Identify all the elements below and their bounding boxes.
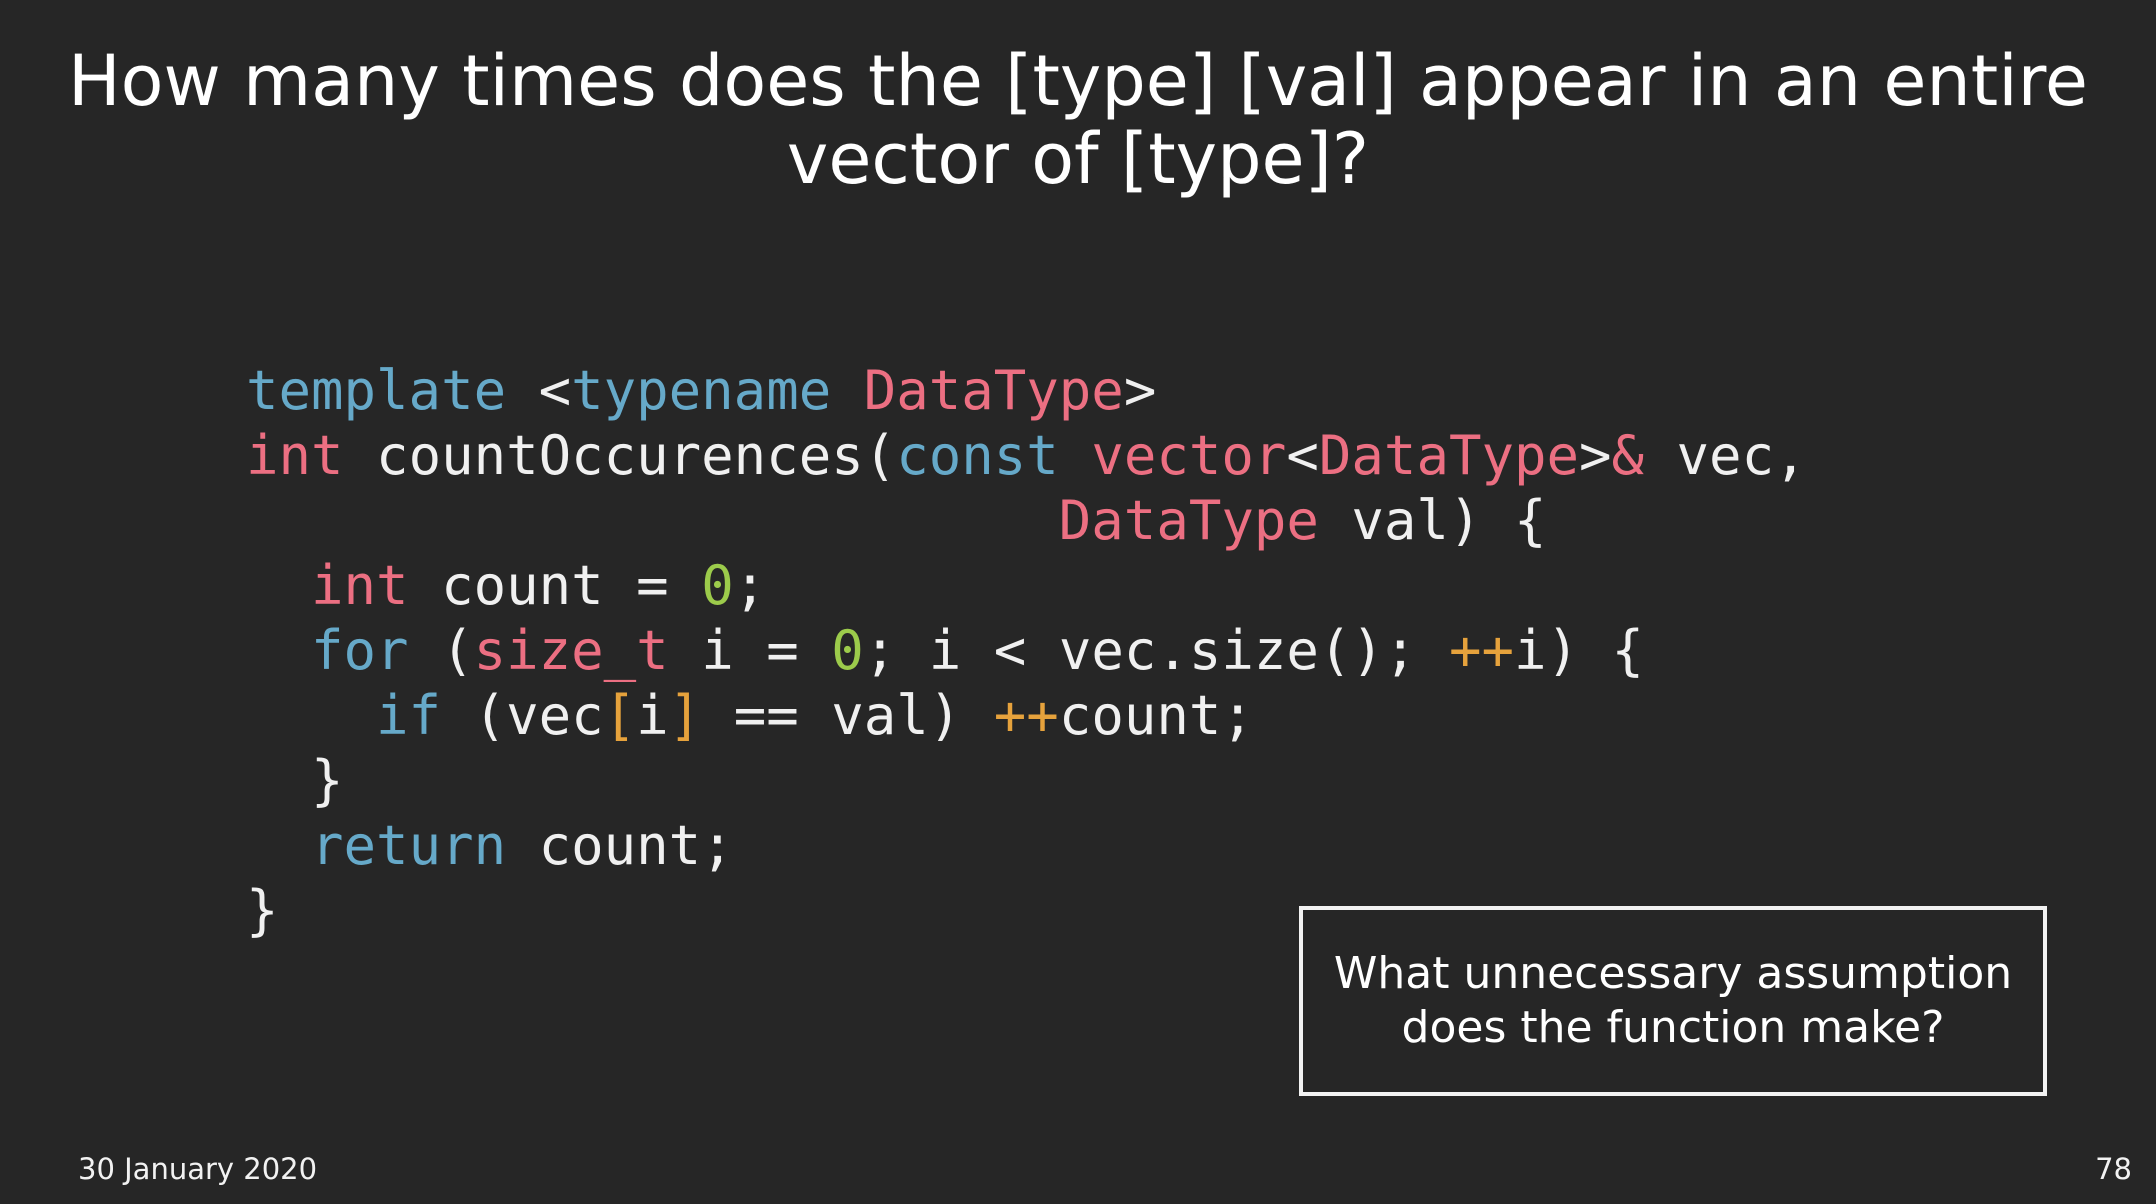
code-token: DataType <box>1318 424 1579 487</box>
code-token: DataType <box>1058 489 1319 552</box>
code-token: vector <box>1091 424 1287 487</box>
code-token: (vec <box>441 684 604 747</box>
code-token: } <box>246 749 344 812</box>
code-token: > <box>1123 359 1157 422</box>
code-token: i) { <box>1514 619 1645 682</box>
code-token: 0 <box>831 619 864 682</box>
code-token: ] <box>668 684 702 747</box>
code-block: template <typename DataType> int countOcc… <box>246 358 1807 943</box>
code-token: count; <box>1058 684 1254 747</box>
code-token: int <box>311 554 409 617</box>
code-token: ++ <box>993 684 1059 747</box>
question-callout-box: What unnecessary assumption does the fun… <box>1299 906 2047 1096</box>
slide-title-line-1: How many times does the [type] [val] app… <box>68 40 2088 122</box>
slide: How many times does the [type] [val] app… <box>0 0 2156 1204</box>
code-line: DataType val) { <box>246 488 1807 553</box>
code-token: countOccurences( <box>343 424 897 487</box>
footer-date: 30 January 2020 <box>78 1152 318 1186</box>
code-token: if <box>376 684 442 747</box>
code-token: == val) <box>701 684 994 747</box>
code-token: int <box>246 424 344 487</box>
callout-line-2: does the function make? <box>1401 1002 1945 1053</box>
code-token: count; <box>506 814 734 877</box>
code-line: int count = 0; <box>246 553 1807 618</box>
code-token: < <box>506 359 572 422</box>
code-line: int countOccurences(const vector<DataTyp… <box>246 423 1807 488</box>
code-token: } <box>246 879 279 942</box>
code-token: ; <box>733 554 767 617</box>
code-token: i <box>636 684 669 747</box>
code-token: ++ <box>1448 619 1514 682</box>
code-line: template <typename DataType> <box>246 358 1807 423</box>
code-token: > <box>1579 424 1612 487</box>
code-token: ( <box>408 619 474 682</box>
slide-title-line-2: vector of [type]? <box>786 118 1370 200</box>
code-token: vec, <box>1644 424 1807 487</box>
code-line: } <box>246 748 1807 813</box>
code-token: template <box>246 359 507 422</box>
slide-title: How many times does the [type] [val] app… <box>0 42 2156 198</box>
page-number: 78 <box>2095 1152 2132 1186</box>
code-token: val) { <box>1318 489 1547 552</box>
code-line: for (size_t i = 0; i < vec.size(); ++i) … <box>246 618 1807 683</box>
code-token: const <box>896 424 1059 487</box>
code-token: count = <box>408 554 702 617</box>
code-token: i = <box>668 619 832 682</box>
code-line: return count; <box>246 813 1807 878</box>
code-token: < <box>1286 424 1319 487</box>
code-line: if (vec[i] == val) ++count; <box>246 683 1807 748</box>
code-token: size_t <box>473 619 669 682</box>
code-token: & <box>1611 424 1645 487</box>
code-token: typename <box>571 359 832 422</box>
code-token: DataType <box>863 359 1124 422</box>
callout-line-1: What unnecessary assumption <box>1333 948 2013 999</box>
code-token: for <box>311 619 409 682</box>
code-token: 0 <box>701 554 734 617</box>
code-token: ; i < vec.size(); <box>863 619 1449 682</box>
code-token: return <box>311 814 507 877</box>
code-token: [ <box>603 684 637 747</box>
